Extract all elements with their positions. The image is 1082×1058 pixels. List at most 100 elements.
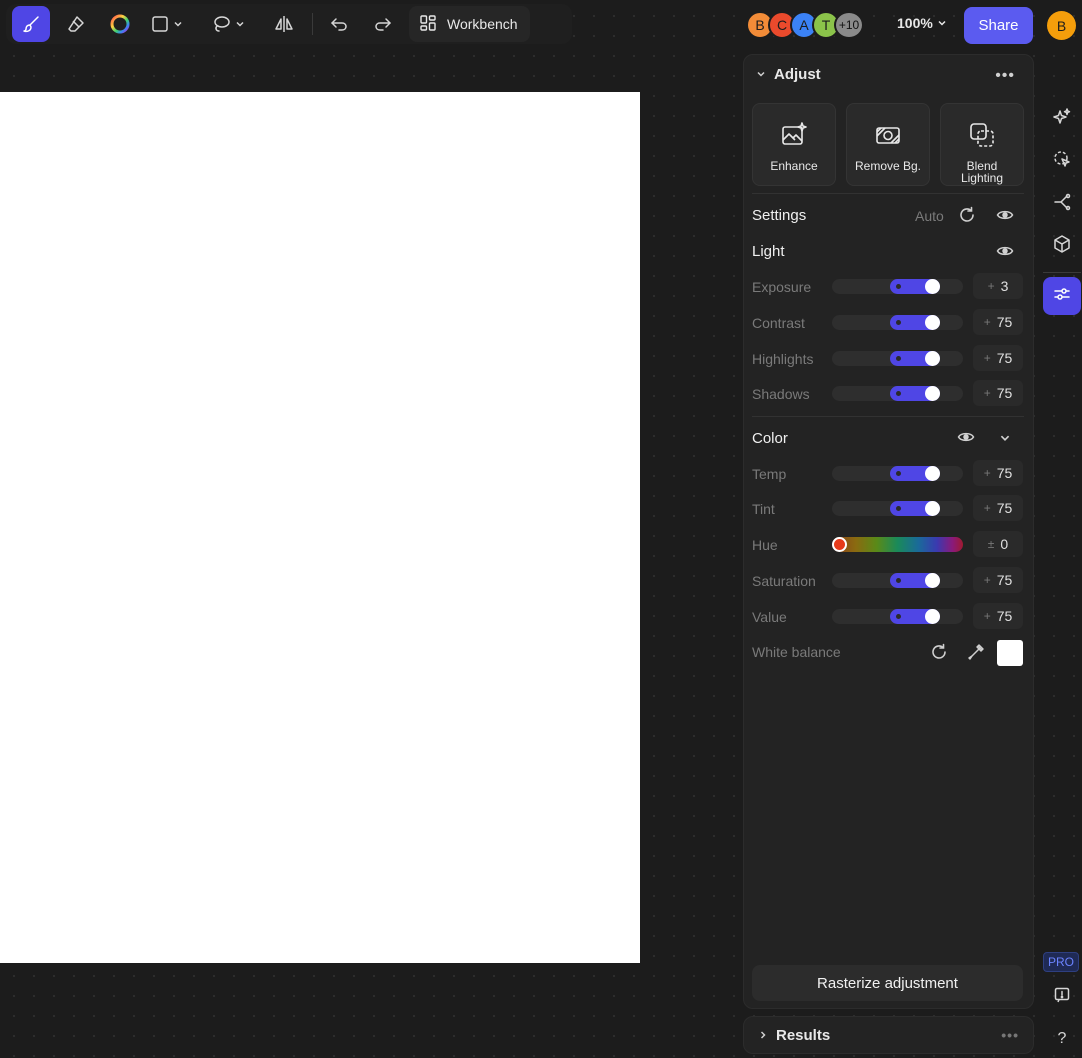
lasso-icon	[211, 14, 231, 34]
more-options-icon[interactable]: •••	[995, 67, 1015, 85]
white-balance-swatch[interactable]	[997, 640, 1023, 666]
shadows-slider[interactable]	[832, 386, 963, 401]
slider-center-dot	[896, 320, 901, 325]
rasterize-adjustment-button[interactable]: Rasterize adjustment	[752, 965, 1023, 1001]
exposure-value[interactable]: +3	[973, 273, 1023, 299]
value-value[interactable]: +75	[973, 603, 1023, 629]
undo-button[interactable]	[319, 6, 359, 42]
slider-center-dot	[896, 391, 901, 396]
color-picker-button[interactable]	[98, 6, 142, 42]
tint-slider[interactable]	[832, 501, 963, 516]
grid-layout-icon	[419, 14, 437, 35]
ai-sparkle-button[interactable]	[1043, 100, 1081, 138]
flip-icon	[274, 14, 294, 34]
redo-icon	[373, 14, 393, 34]
value-sign: +	[983, 573, 991, 587]
nodes-button[interactable]	[1043, 185, 1081, 223]
value-sign: +	[983, 315, 991, 329]
lasso-tool-button[interactable]	[200, 6, 256, 42]
rail-divider	[1043, 272, 1081, 273]
reset-icon[interactable]	[958, 206, 976, 224]
results-title: Results	[776, 1026, 831, 1044]
eye-icon[interactable]	[996, 243, 1014, 259]
highlights-slider[interactable]	[832, 351, 963, 366]
value-sign: +	[983, 351, 991, 365]
slider-thumb[interactable]	[925, 466, 940, 481]
collaborator-avatars[interactable]: B C A T +10	[746, 11, 864, 39]
eye-icon[interactable]	[957, 429, 975, 445]
tint-value[interactable]: +75	[973, 495, 1023, 521]
hue-slider[interactable]	[832, 537, 963, 552]
slider-center-dot	[896, 284, 901, 289]
saturation-slider[interactable]	[832, 573, 963, 588]
value-sign: +	[983, 501, 991, 515]
pro-badge[interactable]: PRO	[1043, 952, 1079, 972]
slider-thumb[interactable]	[925, 609, 940, 624]
feedback-button[interactable]	[1043, 978, 1081, 1016]
chevron-down-icon[interactable]	[999, 432, 1011, 444]
chevron-down-icon	[937, 15, 947, 31]
flip-tool-button[interactable]	[262, 6, 306, 42]
select-object-button[interactable]	[1043, 142, 1081, 180]
3d-object-button[interactable]	[1043, 227, 1081, 265]
more-collaborators-badge[interactable]: +10	[834, 11, 864, 39]
settings-title: Settings	[752, 207, 807, 224]
slider-thumb[interactable]	[925, 279, 940, 294]
zoom-dropdown[interactable]: 100%	[897, 15, 947, 31]
slider-thumb[interactable]	[925, 386, 940, 401]
eyedropper-icon[interactable]	[967, 643, 985, 661]
saturation-value[interactable]: +75	[973, 567, 1023, 593]
enhance-button[interactable]: Enhance	[752, 103, 836, 186]
slider-thumb[interactable]	[925, 351, 940, 366]
remove-bg-button[interactable]: Remove Bg.	[846, 103, 930, 186]
image-canvas[interactable]	[0, 92, 640, 963]
shape-tool-button[interactable]	[142, 6, 192, 42]
sparkle-icon	[1052, 107, 1072, 132]
chevron-down-icon	[173, 19, 183, 29]
slider-thumb[interactable]	[925, 501, 940, 516]
value-number: 75	[996, 572, 1013, 588]
temp-label: Temp	[752, 466, 787, 482]
eye-icon[interactable]	[996, 207, 1014, 223]
slider-thumb[interactable]	[925, 315, 940, 330]
chevron-right-icon	[758, 1030, 768, 1040]
blend-lighting-button[interactable]: Blend Lighting	[940, 103, 1024, 186]
temp-slider[interactable]	[832, 466, 963, 481]
divider	[752, 193, 1024, 194]
cube-icon	[1052, 234, 1072, 259]
results-panel-header[interactable]: Results •••	[743, 1016, 1034, 1054]
help-icon[interactable]: ?	[1043, 1020, 1081, 1058]
temp-value[interactable]: +75	[973, 460, 1023, 486]
light-section-title: Light	[752, 243, 785, 260]
shadows-value[interactable]: +75	[973, 380, 1023, 406]
slider-center-dot	[896, 614, 901, 619]
eraser-tool-button[interactable]	[54, 6, 98, 42]
redo-button[interactable]	[363, 6, 403, 42]
exposure-slider[interactable]	[832, 279, 963, 294]
adjust-panel-header[interactable]: Adjust	[744, 55, 1033, 93]
hue-value[interactable]: ±0	[973, 531, 1023, 557]
auto-button[interactable]: Auto	[915, 208, 944, 224]
blend-lighting-label: Blend Lighting	[960, 159, 1004, 185]
contrast-value[interactable]: +75	[973, 309, 1023, 335]
reset-icon[interactable]	[930, 643, 948, 661]
value-label: Value	[752, 609, 787, 625]
highlights-value[interactable]: +75	[973, 345, 1023, 371]
value-slider[interactable]	[832, 609, 963, 624]
value-sign: +	[983, 386, 991, 400]
user-avatar[interactable]: B	[1047, 11, 1076, 40]
adjust-button[interactable]	[1043, 277, 1081, 315]
workbench-button[interactable]: Workbench	[409, 6, 530, 42]
share-button[interactable]: Share	[964, 7, 1033, 44]
contrast-slider[interactable]	[832, 315, 963, 330]
slider-thumb[interactable]	[925, 573, 940, 588]
divider	[752, 416, 1024, 417]
slider-center-dot	[896, 506, 901, 511]
value-sign: +	[983, 609, 991, 623]
more-options-icon[interactable]: •••	[1001, 1027, 1019, 1043]
cursor-select-icon	[1052, 149, 1072, 174]
right-tool-rail: ?	[1040, 98, 1082, 1058]
brush-tool-button[interactable]	[12, 6, 50, 42]
hue-slider-thumb[interactable]	[832, 537, 847, 552]
value-number: 75	[996, 350, 1013, 366]
